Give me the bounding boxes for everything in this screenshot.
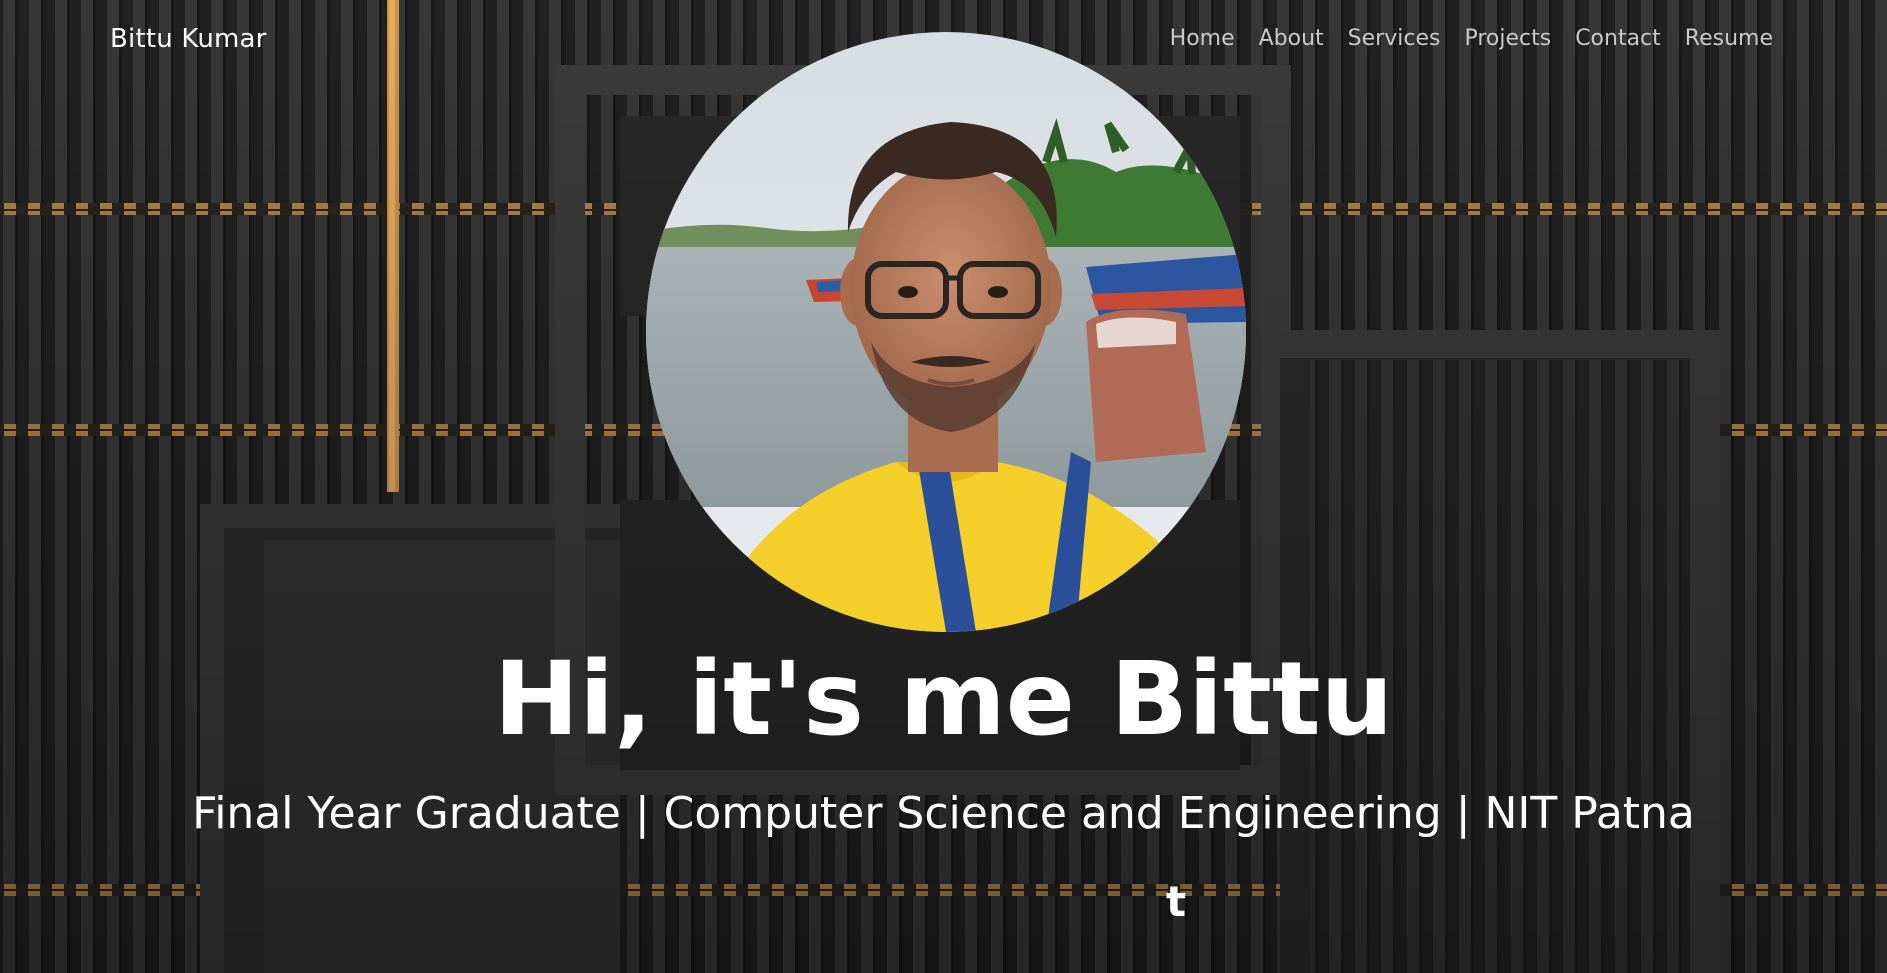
nav-link-about[interactable]: About xyxy=(1259,26,1324,51)
profile-photo xyxy=(646,32,1246,632)
nav-menu: Home About Services Projects Contact Res… xyxy=(1170,26,1773,51)
nav-link-services[interactable]: Services xyxy=(1348,26,1441,51)
hero-subtitle: Final Year Graduate | Computer Science a… xyxy=(192,788,1695,839)
hero-headline: Hi, it's me Bittu xyxy=(493,640,1394,759)
nav-link-home[interactable]: Home xyxy=(1170,26,1235,51)
nav-link-projects[interactable]: Projects xyxy=(1464,26,1551,51)
nav-link-contact[interactable]: Contact xyxy=(1575,26,1661,51)
typed-text: t xyxy=(1166,877,1187,926)
brand-logo[interactable]: Bittu Kumar xyxy=(110,24,267,54)
hero-section: Bittu Kumar Home About Services Projects… xyxy=(0,0,1887,973)
nav-link-resume[interactable]: Resume xyxy=(1685,26,1773,51)
